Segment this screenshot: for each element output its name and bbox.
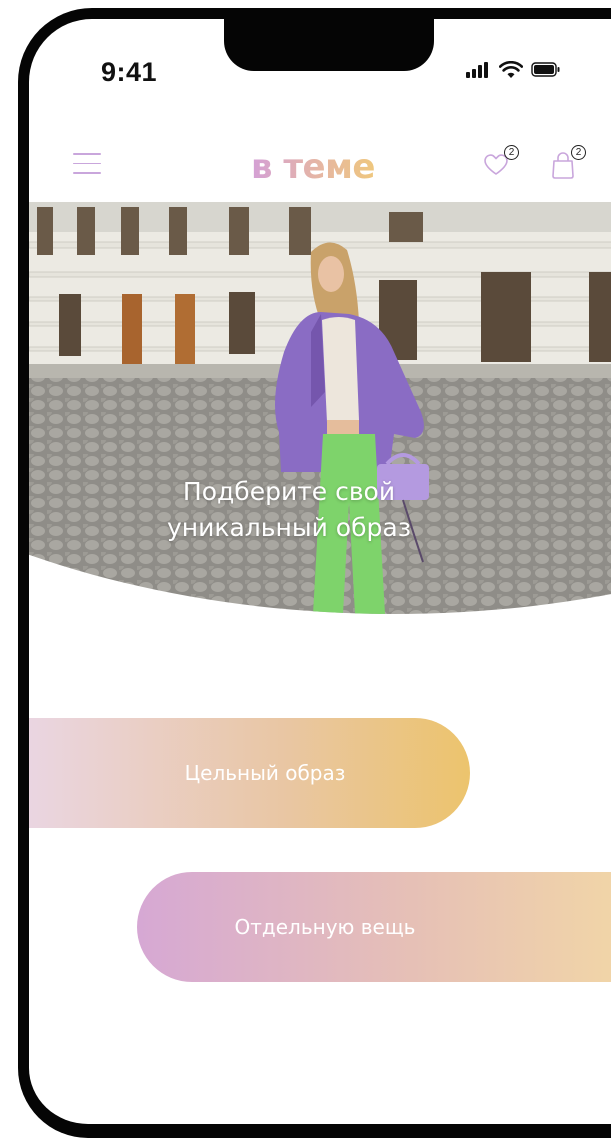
wifi-icon	[499, 61, 523, 78]
hero-banner: Подберите свой уникальный образ	[29, 202, 611, 614]
hero-headline: Подберите свой уникальный образ	[109, 474, 469, 546]
brand-logo[interactable]: в теме	[251, 147, 375, 187]
whole-outfit-label: Цельный образ	[184, 761, 346, 785]
signal-icon	[466, 62, 488, 78]
phone-frame: 9:41 в теме 2 2 Подберите свой уникальны…	[18, 8, 611, 1138]
hero-headline-line-1: Подберите свой	[182, 477, 396, 506]
wishlist-button[interactable]: 2	[481, 145, 519, 183]
single-item-label: Отдельную вещь	[234, 915, 416, 939]
app-header: в теме 2 2	[29, 139, 611, 199]
cart-count-badge: 2	[571, 145, 586, 160]
single-item-button[interactable]: Отдельную вещь	[137, 872, 611, 982]
hamburger-menu-icon[interactable]	[73, 153, 101, 177]
status-time: 9:41	[101, 57, 158, 87]
notch	[224, 19, 434, 71]
hero-headline-line-2: уникальный образ	[167, 513, 411, 542]
status-icons	[465, 61, 561, 79]
hero-photo	[29, 202, 611, 614]
battery-icon	[531, 62, 560, 77]
wishlist-count-badge: 2	[504, 145, 519, 160]
cart-button[interactable]: 2	[548, 145, 586, 183]
whole-outfit-button[interactable]: Цельный образ	[29, 718, 470, 828]
